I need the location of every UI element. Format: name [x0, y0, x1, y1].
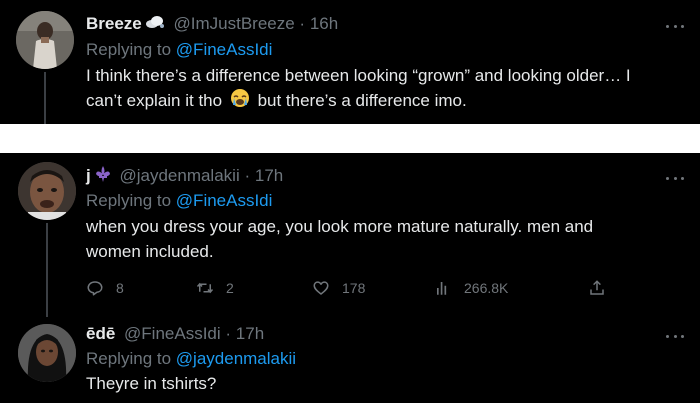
retweet-button[interactable]: 2	[196, 278, 234, 298]
reply-icon	[87, 281, 103, 296]
tweet-header: j @jaydenmalakii · 17h	[86, 165, 283, 188]
views-count: 266.8K	[464, 280, 509, 296]
mention-link[interactable]: @FineAssIdi	[176, 191, 273, 210]
display-name[interactable]: j	[86, 166, 91, 185]
thread-line	[46, 223, 48, 317]
mention-link[interactable]: @jaydenmalakii	[176, 349, 296, 368]
reply-button[interactable]: 8	[86, 278, 124, 298]
thread-line	[44, 72, 46, 124]
tweet-actions: 8 2 178 266.8K	[86, 278, 626, 298]
tweet-text-line: when you dress your age, you look more m…	[86, 217, 594, 236]
breeze-avatar-image	[16, 11, 74, 69]
like-icon	[313, 281, 329, 295]
reply-count: 8	[116, 280, 124, 296]
views-icon	[437, 282, 447, 295]
retweet-count: 2	[226, 280, 234, 296]
cloud-emoji-icon	[145, 14, 165, 35]
timestamp[interactable]: 17h	[236, 324, 264, 343]
avatar[interactable]	[16, 11, 74, 69]
tweet-breeze[interactable]: Breeze @ImJustBreeze · 16h Replying to @…	[0, 0, 700, 124]
tweet-text: I think there’s a difference between loo…	[86, 63, 686, 115]
like-button[interactable]: 178	[312, 278, 365, 298]
replying-to: Replying to @jaydenmalakii	[86, 349, 296, 369]
crying-face-emoji-icon	[230, 88, 250, 115]
separator-dot: ·	[244, 165, 251, 185]
tweet-text-line: can’t explain it tho but there’s a diffe…	[86, 88, 686, 115]
more-icon[interactable]	[666, 23, 684, 29]
handle[interactable]: @FineAssIdi	[124, 324, 221, 343]
avatar[interactable]	[18, 162, 76, 220]
replying-to-label: Replying to	[86, 40, 172, 59]
tweet-ede[interactable]: ēdē @FineAssIdi · 17h Replying to @jayde…	[0, 317, 700, 403]
avatar[interactable]	[18, 324, 76, 382]
more-icon[interactable]	[666, 175, 684, 181]
timestamp[interactable]: 17h	[255, 166, 283, 185]
tweet-header: ēdē @FineAssIdi · 17h	[86, 324, 264, 344]
separator-dot: ·	[299, 14, 306, 33]
replying-to: Replying to @FineAssIdi	[86, 40, 272, 60]
tweet-text-line: women included.	[86, 242, 214, 261]
share-icon	[590, 280, 604, 295]
views-button[interactable]: 266.8K	[434, 278, 508, 298]
mention-link[interactable]: @FineAssIdi	[176, 40, 273, 59]
tweet-text-segment: but there’s a difference imo.	[257, 91, 467, 110]
tweet-text: when you dress your age, you look more m…	[86, 214, 686, 264]
display-name[interactable]: Breeze	[86, 14, 142, 33]
jayden-avatar-image	[18, 162, 76, 220]
timestamp[interactable]: 16h	[310, 14, 338, 33]
fleur-de-lis-emoji-icon	[94, 165, 112, 188]
ede-avatar-image	[18, 324, 76, 382]
share-button[interactable]	[588, 278, 618, 298]
tweet-panel-thread: j @jaydenmalakii · 17h Replying to @Fine…	[0, 153, 700, 403]
more-icon[interactable]	[666, 333, 684, 339]
tweet-text-line: Theyre in tshirts?	[86, 374, 217, 393]
tweet-text-segment: can’t explain it tho	[86, 91, 223, 110]
display-name[interactable]: ēdē	[86, 324, 115, 343]
replying-to-label: Replying to	[86, 191, 172, 210]
tweet-text-line: I think there’s a difference between loo…	[86, 66, 631, 85]
separator-dot: ·	[225, 324, 232, 343]
tweet-text: Theyre in tshirts?	[86, 371, 686, 396]
tweet-jayden[interactable]: j @jaydenmalakii · 17h Replying to @Fine…	[0, 153, 700, 317]
tweet-panel-breeze: Breeze @ImJustBreeze · 16h Replying to @…	[0, 0, 700, 124]
replying-to-label: Replying to	[86, 349, 172, 368]
tweet-header: Breeze @ImJustBreeze · 16h	[86, 14, 338, 35]
retweet-icon	[196, 282, 214, 294]
handle[interactable]: @ImJustBreeze	[174, 14, 295, 33]
replying-to: Replying to @FineAssIdi	[86, 191, 272, 211]
like-count: 178	[342, 280, 366, 296]
handle[interactable]: @jaydenmalakii	[119, 166, 239, 185]
